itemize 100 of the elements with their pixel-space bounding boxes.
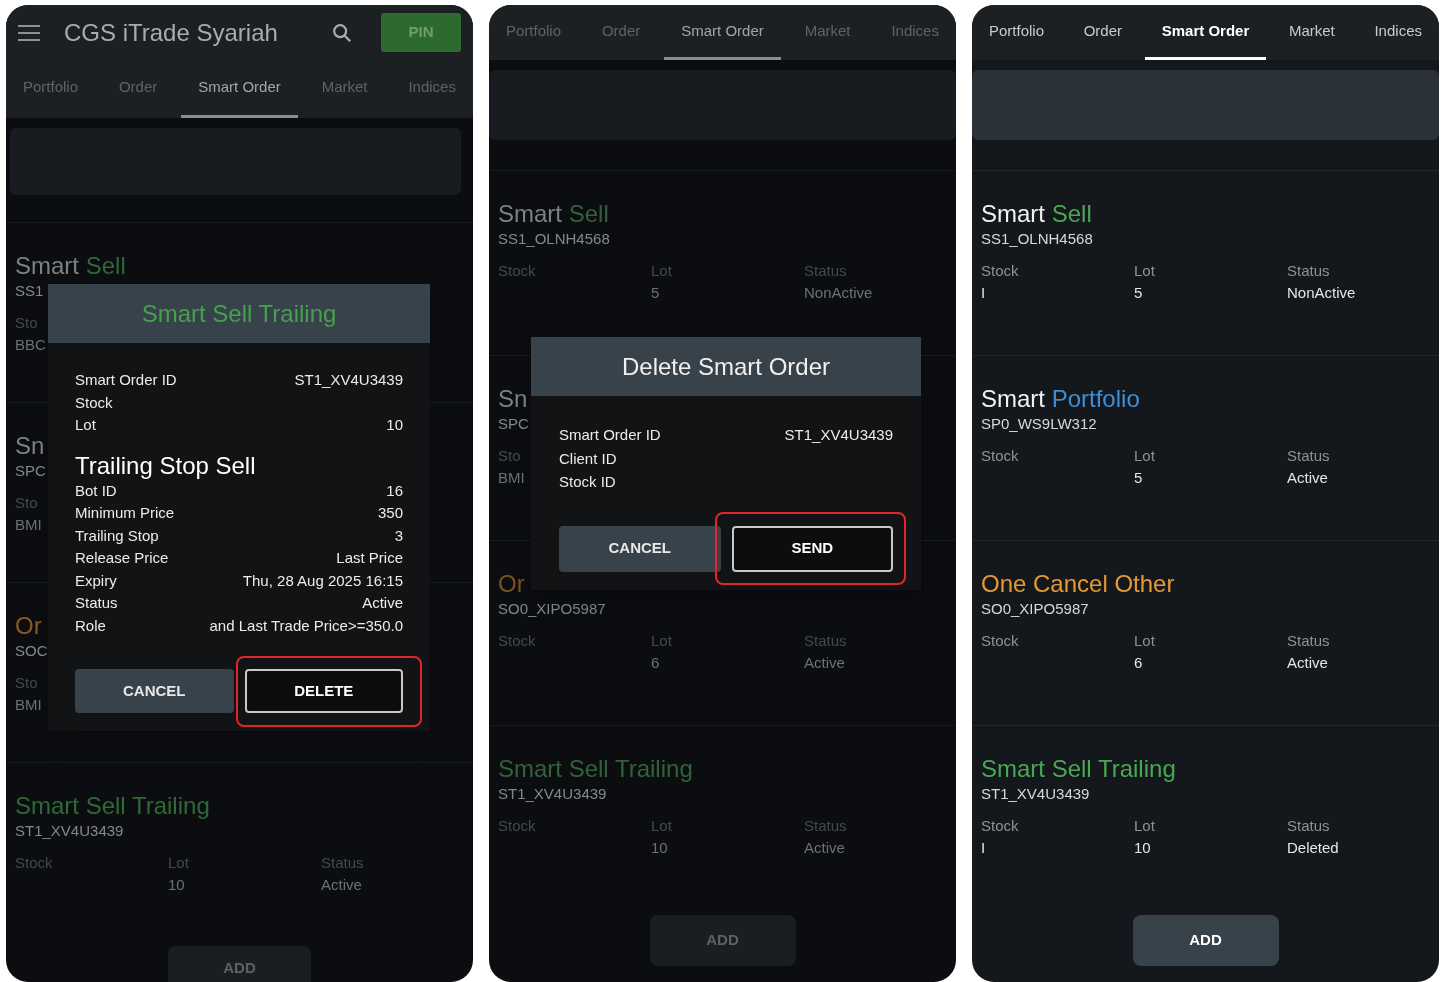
field-label: Sto xyxy=(498,446,521,466)
cancel-button[interactable]: CANCEL xyxy=(559,525,721,572)
card-title: Smart Sell xyxy=(981,200,1092,228)
field-label: Stock xyxy=(498,261,536,281)
field-label: Lot xyxy=(1134,631,1155,651)
card-title: Or xyxy=(498,570,525,598)
detail-label: Role xyxy=(75,615,106,636)
field-label: Status xyxy=(1287,261,1330,281)
field-value: 10 xyxy=(651,838,668,858)
card-title: Smart Sell Trailing xyxy=(15,792,210,820)
order-id: SS1 xyxy=(15,281,44,301)
tab[interactable]: Market xyxy=(1271,5,1352,60)
detail-label: Minimum Price xyxy=(75,503,175,523)
order-id: SOC xyxy=(15,641,48,661)
section-heading: Trailing Stop Sell xyxy=(75,451,257,480)
field-label: Lot xyxy=(1134,816,1155,836)
dialog-title: Delete Smart Order xyxy=(531,337,921,396)
field-value: 6 xyxy=(1134,653,1143,673)
card-title: Sn xyxy=(15,432,45,460)
tab[interactable]: Order xyxy=(1066,5,1140,60)
cancel-button[interactable]: DELETE xyxy=(244,669,403,713)
field-label: Lot xyxy=(1134,446,1155,466)
detail-value: ST1_XV4U3439 xyxy=(294,370,403,390)
tab[interactable]: Smart Order xyxy=(181,60,298,118)
detail-label: Release Price xyxy=(75,548,169,568)
field-label: Sto xyxy=(15,673,38,693)
field-label: Lot xyxy=(651,816,672,836)
field-value: BMI xyxy=(498,468,525,488)
field-value: 10 xyxy=(1134,838,1151,858)
card-title: One Cancel Other xyxy=(981,570,1175,598)
field-value: NonActive xyxy=(804,283,873,303)
order-id: ST1_XV4U3439 xyxy=(498,784,607,804)
field-value: Active xyxy=(1287,653,1328,673)
field-label: Sto xyxy=(15,493,38,513)
tab[interactable]: Smart Order xyxy=(1144,5,1267,60)
field-label: Stock xyxy=(498,631,536,651)
field-value: I xyxy=(981,838,986,858)
field-value: 5 xyxy=(1134,283,1143,303)
detail-label: Smart Order ID xyxy=(75,370,177,390)
detail-label: Expiry xyxy=(75,570,117,591)
field-label: Stock xyxy=(498,816,536,836)
tab[interactable]: Portfolio xyxy=(972,5,1062,60)
search-icon[interactable] xyxy=(331,21,353,44)
order-id: SPC xyxy=(15,461,46,481)
order-id: SO0_XIPO5987 xyxy=(498,599,606,619)
field-label: Stock xyxy=(981,816,1019,836)
field-label: Stock xyxy=(981,631,1019,651)
order-id: SO0_XIPO5987 xyxy=(981,599,1089,619)
detail-label: Smart Order ID xyxy=(559,425,661,445)
field-label: Status xyxy=(1287,446,1330,466)
dialog-title: Smart Sell Trailing xyxy=(48,284,430,343)
field-value: Active xyxy=(1287,468,1328,488)
order-id: SP0_WS9LW312 xyxy=(981,414,1097,434)
detail-value: 3 xyxy=(394,525,403,546)
detail-label: Client ID xyxy=(559,448,617,469)
card-title: Smart Sell xyxy=(498,200,609,228)
app-title: CGS iTrade Syariah xyxy=(64,17,279,48)
card-title: Or xyxy=(15,612,42,640)
field-label: Stock xyxy=(15,853,53,873)
field-value: NonActive xyxy=(1287,283,1356,303)
field-label: Status xyxy=(804,261,847,281)
field-value: 10 xyxy=(168,875,185,895)
detail-value: Active xyxy=(362,593,403,613)
field-value: BMI xyxy=(15,695,42,715)
detail-label: Stock xyxy=(75,392,113,413)
field-value: 5 xyxy=(651,283,660,303)
order-id: SPC xyxy=(498,414,529,434)
field-value: I xyxy=(981,283,986,303)
detail-value: 350 xyxy=(377,503,403,523)
detail-value: and Last Trade Price>=350.0 xyxy=(209,615,403,636)
field-label: Stock xyxy=(981,261,1019,281)
field-label: Lot xyxy=(651,261,672,281)
order-id: ST1_XV4U3439 xyxy=(15,821,124,841)
tab[interactable]: Smart Order xyxy=(664,5,781,60)
field-label: Stock xyxy=(981,446,1019,466)
field-value: Deleted xyxy=(1287,838,1339,858)
field-label: Sto xyxy=(15,313,38,333)
field-label: Lot xyxy=(1134,261,1155,281)
order-id: SS1_OLNH4568 xyxy=(981,229,1093,249)
field-value: BBC xyxy=(15,335,46,355)
card-title: Smart Sell Trailing xyxy=(981,755,1176,783)
field-label: Status xyxy=(804,631,847,651)
detail-value: ST1_XV4U3439 xyxy=(784,425,893,445)
detail-label: Status xyxy=(75,593,118,613)
field-label: Lot xyxy=(651,631,672,651)
field-value: Active xyxy=(321,875,362,895)
cancel-button[interactable]: CANCEL xyxy=(75,669,234,713)
field-value: 5 xyxy=(1134,468,1143,488)
menu-icon[interactable] xyxy=(18,24,40,41)
field-value: BMI xyxy=(15,515,42,535)
card-title: Smart Sell Trailing xyxy=(498,755,693,783)
detail-label: Bot ID xyxy=(75,480,117,501)
detail-label: Stock ID xyxy=(559,472,616,492)
tab[interactable]: Indices xyxy=(1357,5,1439,60)
detail-value: Thu, 28 Aug 2025 16:15 xyxy=(242,570,403,591)
field-value: Active xyxy=(804,838,845,858)
add-button[interactable]: ADD xyxy=(1132,915,1279,966)
detail-label: Lot xyxy=(75,415,96,435)
card-title: Sn xyxy=(498,385,528,413)
action-button[interactable]: SEND xyxy=(731,525,893,572)
